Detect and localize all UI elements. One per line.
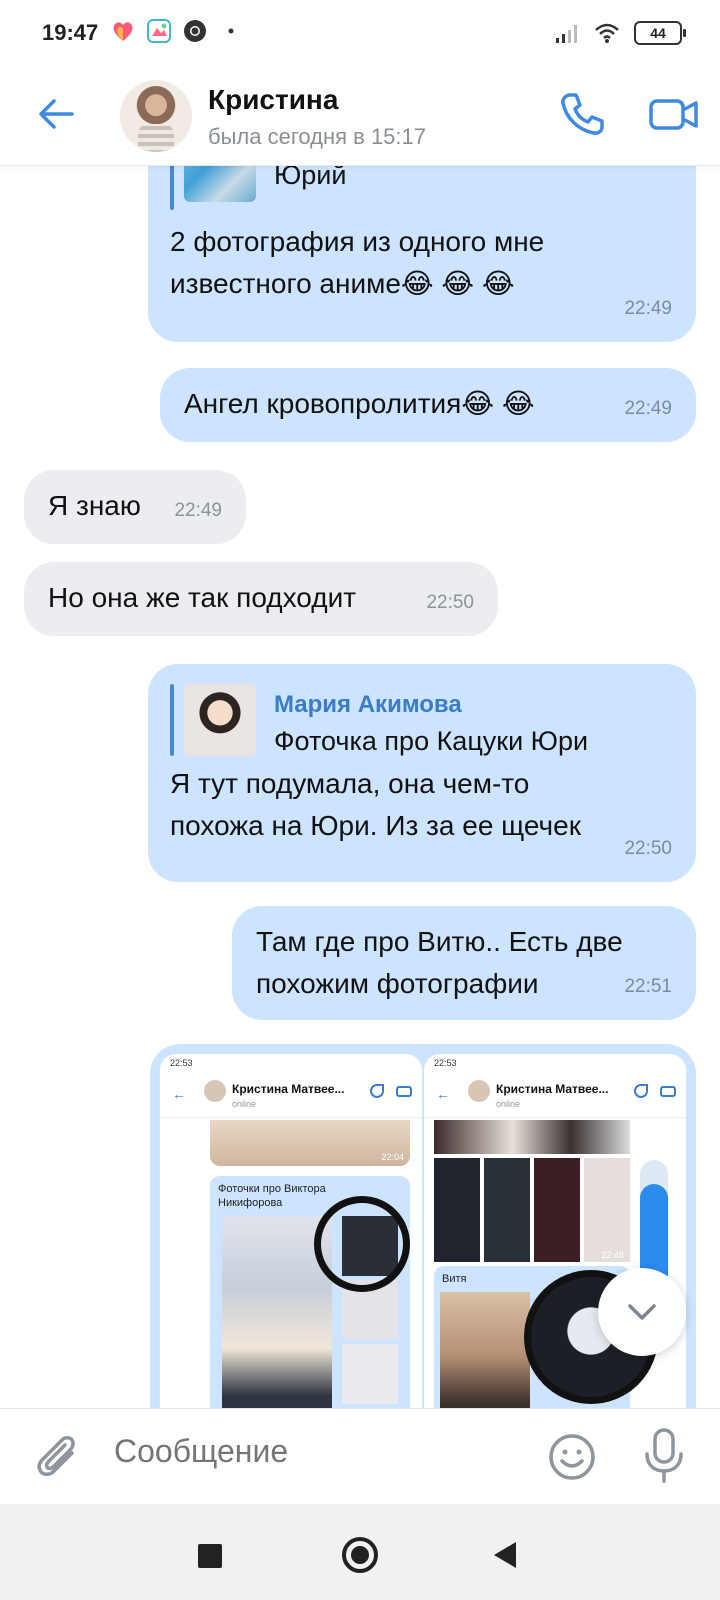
message-bubble-outgoing[interactable]: Мария Акимова Фоточка про Кацуки Юри Я т… bbox=[148, 664, 696, 882]
notification-icons bbox=[110, 18, 244, 44]
message-text-line: похожа на Юри. Из за ее щечек bbox=[170, 810, 581, 841]
reply-quote: Юрий bbox=[274, 166, 347, 190]
status-time: 19:47 bbox=[42, 20, 99, 45]
message-bubble-outgoing[interactable]: Там где про Витю.. Есть две похожим фото… bbox=[232, 906, 696, 1020]
battery-icon: 44 bbox=[634, 21, 686, 45]
highlight-circle bbox=[314, 1196, 410, 1292]
microphone-icon[interactable] bbox=[642, 1427, 686, 1485]
message-text: Я знаю bbox=[48, 490, 141, 521]
message-text-line: похожим фотографии bbox=[256, 968, 539, 999]
message-composer bbox=[0, 1408, 720, 1504]
photo-attachment-message[interactable]: 22:53 ← Кристина Матвее... online 22:04 … bbox=[150, 1044, 696, 1408]
message-time: 22:49 bbox=[624, 398, 672, 419]
system-navigation-bar bbox=[0, 1504, 720, 1600]
message-bubble-outgoing[interactable]: Юрий 2 фотография из одного мне известно… bbox=[148, 166, 696, 342]
message-bubble-incoming[interactable]: Но она же так подходит 22:50 bbox=[24, 562, 498, 636]
square-icon[interactable] bbox=[198, 1544, 222, 1568]
message-time: 22:49 bbox=[174, 500, 222, 521]
heart-app-icon bbox=[113, 22, 133, 41]
photo-app-icon bbox=[147, 19, 171, 43]
video-camera-icon[interactable] bbox=[648, 92, 700, 136]
chevron-down-icon bbox=[628, 1304, 656, 1320]
attached-screenshot[interactable]: 22:53 ← Кристина Матвее... online 22:04 … bbox=[160, 1054, 422, 1408]
wifi-icon bbox=[595, 23, 619, 43]
screenshot-caption: Фоточки про Виктора Никифорова bbox=[218, 1183, 326, 1209]
message-text: Но она же так подходит bbox=[48, 582, 357, 613]
status-bar: 19:47 44 bbox=[0, 0, 720, 70]
dot-icon bbox=[228, 28, 234, 34]
last-seen-status: была сегодня в 15:17 bbox=[208, 124, 426, 149]
chrome-icon bbox=[184, 20, 206, 42]
reply-thumbnail bbox=[184, 684, 256, 756]
phone-icon[interactable] bbox=[558, 90, 606, 138]
triangle-back-icon[interactable] bbox=[494, 1542, 516, 1568]
system-icons: 44 bbox=[554, 20, 686, 46]
message-text-line: Я тут подумала, она чем-то bbox=[170, 768, 530, 799]
message-time: 22:50 bbox=[426, 592, 474, 613]
message-input[interactable] bbox=[114, 1433, 514, 1470]
screenshot-caption: Витя bbox=[442, 1273, 467, 1285]
contact-name[interactable]: Кристина bbox=[208, 84, 338, 116]
avatar[interactable] bbox=[120, 80, 192, 152]
paperclip-icon[interactable] bbox=[34, 1431, 82, 1483]
reply-thumbnail bbox=[184, 166, 256, 202]
signal-icon bbox=[556, 25, 577, 43]
message-text-line: известного аниме😂 😂 😂 bbox=[170, 268, 515, 299]
circle-icon[interactable] bbox=[342, 1537, 378, 1573]
message-bubble-outgoing[interactable]: Ангел кровопролития😂 😂 22:49 bbox=[160, 368, 696, 442]
message-text-line: Там где про Витю.. Есть две bbox=[256, 926, 623, 957]
message-text-line: 2 фотография из одного мне bbox=[170, 226, 545, 257]
message-text: Ангел кровопролития😂 😂 bbox=[184, 388, 535, 419]
message-bubble-incoming[interactable]: Я знаю 22:49 bbox=[24, 470, 246, 544]
message-time: 22:50 bbox=[624, 838, 672, 859]
reply-quote: Фоточка про Кацуки Юри bbox=[274, 726, 589, 756]
arrow-left-icon[interactable] bbox=[34, 92, 78, 136]
scroll-down-button[interactable] bbox=[598, 1268, 686, 1356]
message-list[interactable]: Юрий 2 фотография из одного мне известно… bbox=[0, 166, 720, 1408]
chat-header: Кристина была сегодня в 15:17 bbox=[0, 70, 720, 166]
smiley-icon[interactable] bbox=[548, 1433, 596, 1481]
message-time: 22:51 bbox=[624, 976, 672, 997]
message-time: 22:49 bbox=[624, 298, 672, 319]
